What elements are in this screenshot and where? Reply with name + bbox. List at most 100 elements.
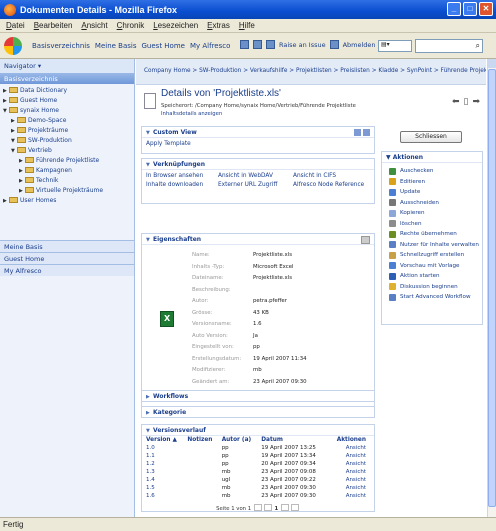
action-item[interactable]: Diskussion beginnen — [382, 282, 482, 293]
back-arrow-icon[interactable]: ⬅ — [452, 97, 460, 107]
col-date[interactable]: Datum — [259, 436, 328, 444]
show-details-link[interactable]: Inhaltsdetails anzeigen — [161, 111, 222, 117]
links-header[interactable]: ▼ Verknüpfungen — [142, 159, 374, 170]
shelf-icon[interactable] — [253, 40, 262, 49]
details-header: Details von 'Projektliste.xls' Speichero… — [136, 85, 486, 121]
tree-item[interactable]: ▶ Führende Projektliste — [0, 156, 134, 166]
version-number[interactable]: 1.2 — [144, 460, 185, 468]
menu-hilfe[interactable]: Hilfe — [239, 21, 255, 30]
col-notes[interactable]: Notizen — [185, 436, 219, 444]
view-icon[interactable] — [354, 129, 361, 136]
menu-ansicht[interactable]: Ansicht — [81, 21, 107, 30]
version-number[interactable]: 1.3 — [144, 468, 185, 476]
help-icon[interactable] — [266, 40, 275, 49]
first-page-button[interactable] — [253, 504, 262, 511]
navigator-header[interactable]: Navigator ▾ — [0, 59, 134, 73]
prev-page-button[interactable] — [263, 504, 272, 511]
version-number[interactable]: 1.0 — [144, 444, 185, 452]
toolbar-link-my-alfresco[interactable]: My Alfresco — [190, 42, 230, 50]
basis-header[interactable]: Basisverzeichnis — [0, 73, 134, 84]
tree-item[interactable]: ▼ synaix Home — [0, 106, 134, 116]
forward-arrow-icon[interactable]: ➡ — [472, 97, 480, 107]
last-page-button[interactable] — [290, 504, 299, 511]
menu-datei[interactable]: Datei — [6, 21, 25, 30]
link-browser[interactable]: In Browser ansehen — [146, 173, 218, 179]
scrollbar-thumb[interactable] — [488, 69, 496, 507]
search-options-select[interactable]: ▤▾ — [378, 40, 412, 52]
version-view-link[interactable]: Ansicht — [329, 476, 368, 484]
close-button[interactable]: Schliessen — [400, 131, 462, 143]
action-item[interactable]: Start Advanced Workflow — [382, 292, 482, 303]
action-item[interactable]: Aktion starten — [382, 271, 482, 282]
link-cifs[interactable]: Ansicht in CIFS — [293, 173, 373, 179]
search-input[interactable]: ⌕ — [415, 39, 483, 53]
action-item[interactable]: Schnellzugriff erstellen — [382, 250, 482, 261]
delete-view-icon[interactable] — [363, 129, 370, 136]
link-external-url[interactable]: Externer URL Zugriff — [218, 182, 293, 188]
col-version[interactable]: Version ▲ — [144, 436, 185, 444]
version-view-link[interactable]: Ansicht — [329, 492, 368, 500]
next-page-button[interactable] — [280, 504, 289, 511]
col-author[interactable]: Autor (a) — [220, 436, 260, 444]
version-view-link[interactable]: Ansicht — [329, 484, 368, 492]
version-row: 1.1 pp 19 April 2007 13:34 Ansicht — [144, 452, 368, 460]
tree-item[interactable]: ▶ Technik — [0, 176, 134, 186]
toolbar-link-basis[interactable]: Basisverzeichnis — [32, 42, 90, 50]
clipboard-icon[interactable] — [240, 40, 249, 49]
search-icon[interactable]: ⌕ — [476, 41, 480, 51]
tree-item[interactable]: ▶ Projekträume — [0, 126, 134, 136]
version-number[interactable]: 1.5 — [144, 484, 185, 492]
version-view-link[interactable]: Ansicht — [329, 444, 368, 452]
action-item[interactable]: Ausschneiden — [382, 198, 482, 209]
action-item[interactable]: löschen — [382, 219, 482, 230]
minimize-button[interactable]: _ — [447, 2, 461, 16]
toolbar-link-meine-basis[interactable]: Meine Basis — [95, 42, 137, 50]
workflows-panel[interactable]: ▶ Workflows — [141, 390, 375, 402]
sidebar-meine-basis[interactable]: Meine Basis — [0, 240, 134, 252]
breadcrumb[interactable]: Company Home > SW-Produktion > Verkaufsh… — [136, 59, 486, 85]
page-icon[interactable]: ▯ — [464, 97, 469, 107]
maximize-button[interactable]: □ — [463, 2, 477, 16]
action-item[interactable]: Rechte übernehmen — [382, 229, 482, 240]
sidebar-my-alfresco[interactable]: My Alfresco — [0, 264, 134, 276]
action-item[interactable]: Auschecken — [382, 166, 482, 177]
edit-properties-icon[interactable] — [361, 236, 370, 244]
tree-item[interactable]: ▼ Vertrieb — [0, 146, 134, 156]
version-history-header[interactable]: ▼ Versionsverlauf — [142, 425, 374, 436]
menu-chronik[interactable]: Chronik — [117, 21, 145, 30]
tree-item[interactable]: ▶ Kampagnen — [0, 166, 134, 176]
action-item[interactable]: Kopieren — [382, 208, 482, 219]
actions-header[interactable]: ▼ Aktionen — [382, 152, 482, 163]
version-view-link[interactable]: Ansicht — [329, 468, 368, 476]
action-item[interactable]: Vorschau mit Vorlage — [382, 261, 482, 272]
sidebar-guest-home[interactable]: Guest Home — [0, 252, 134, 264]
action-item[interactable]: Editieren — [382, 177, 482, 188]
custom-view-header[interactable]: ▼ Custom View — [142, 127, 374, 138]
tree-item[interactable]: ▶ User Homes — [0, 196, 134, 206]
version-number[interactable]: 1.4 — [144, 476, 185, 484]
close-window-button[interactable]: ✕ — [479, 2, 493, 16]
toolbar-link-guest-home[interactable]: Guest Home — [142, 42, 185, 50]
link-webdav[interactable]: Ansicht in WebDAV — [218, 173, 293, 179]
category-panel[interactable]: ▶ Kategorie — [141, 406, 375, 418]
action-item[interactable]: Nutzer für Inhalte verwalten — [382, 240, 482, 251]
link-node-reference[interactable]: Alfresco Node Reference — [293, 182, 373, 188]
menu-lesezeichen[interactable]: Lesezeichen — [153, 21, 198, 30]
window-titlebar: Dokumenten Details - Mozilla Firefox _ □… — [0, 0, 496, 19]
menu-bearbeiten[interactable]: Bearbeiten — [34, 21, 73, 30]
version-number[interactable]: 1.6 — [144, 492, 185, 500]
properties-header[interactable]: ▼ Eigenschaften — [142, 234, 374, 245]
version-number[interactable]: 1.1 — [144, 452, 185, 460]
tree-item[interactable]: ▶ Demo-Space — [0, 116, 134, 126]
raise-issue-link[interactable]: Raise an Issue — [279, 41, 326, 49]
tree-item[interactable]: ▶ Virtuelle Projekträume — [0, 186, 134, 196]
vertical-scrollbar[interactable] — [487, 59, 496, 517]
tree-item[interactable]: ▶ Data Dictionary — [0, 86, 134, 96]
link-download[interactable]: Inhalte downloaden — [146, 182, 218, 188]
tree-item[interactable]: ▼ SW-Produktion — [0, 136, 134, 146]
menu-extras[interactable]: Extras — [207, 21, 230, 30]
version-view-link[interactable]: Ansicht — [329, 460, 368, 468]
action-item[interactable]: Update — [382, 187, 482, 198]
version-view-link[interactable]: Ansicht — [329, 452, 368, 460]
tree-item[interactable]: ▶ Guest Home — [0, 96, 134, 106]
